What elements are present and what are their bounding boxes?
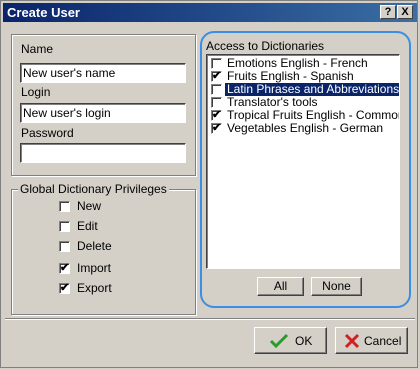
privilege-label: Edit (77, 219, 98, 233)
checkbox[interactable]: ✔ (211, 122, 222, 134)
privileges-title: Global Dictionary Privileges (18, 182, 169, 196)
dictionaries-list[interactable]: Emotions English - French ✔ Fruits Engli… (206, 54, 400, 269)
checkbox[interactable]: ✔ (211, 109, 222, 121)
help-button[interactable]: ? (380, 5, 396, 19)
privilege-new[interactable]: New (59, 199, 101, 215)
login-label: Login (21, 85, 51, 99)
checkmark-icon: ✔ (60, 262, 70, 275)
checkmark-icon: ✔ (60, 282, 70, 295)
password-label: Password (21, 126, 74, 140)
login-input[interactable] (20, 103, 186, 123)
checkbox[interactable] (211, 84, 222, 95)
checkbox[interactable] (211, 58, 222, 69)
checkmark-icon: ✔ (212, 70, 222, 82)
checkmark-icon: ✔ (212, 109, 222, 121)
name-input[interactable] (20, 63, 186, 83)
cancel-label: Cancel (364, 334, 402, 348)
checkbox[interactable] (59, 241, 70, 253)
privilege-label: Delete (77, 239, 112, 253)
checkbox[interactable] (59, 221, 70, 233)
checkmark-icon: ✔ (212, 122, 222, 134)
checkbox[interactable]: ✔ (59, 282, 70, 295)
help-icon: ? (384, 6, 392, 18)
create-user-dialog: Create User ? X Name Login Password Glob… (0, 0, 418, 368)
privilege-label: Import (77, 261, 112, 275)
ok-button[interactable]: OK (254, 327, 327, 354)
close-button[interactable]: X (397, 5, 413, 19)
checkmark-icon (269, 333, 289, 349)
privilege-label: New (77, 199, 102, 213)
checkbox[interactable] (211, 97, 222, 108)
privilege-label: Export (77, 281, 112, 295)
select-none-button[interactable]: None (311, 277, 362, 296)
ok-label: OK (295, 334, 313, 348)
privilege-export[interactable]: ✔ Export (59, 281, 112, 297)
cancel-icon (344, 333, 360, 349)
cancel-button[interactable]: Cancel (335, 327, 408, 354)
select-all-button[interactable]: All (257, 277, 304, 296)
list-item-label: Vegetables English - German (227, 121, 384, 135)
password-input[interactable] (20, 143, 186, 163)
privilege-edit[interactable]: Edit (59, 219, 98, 235)
name-label: Name (21, 42, 54, 56)
checkbox[interactable]: ✔ (59, 262, 70, 275)
dictionaries-title: Access to Dictionaries (206, 39, 325, 53)
window-title: Create User (7, 5, 80, 20)
title-bar: Create User ? X (3, 3, 417, 22)
footer-divider (5, 318, 415, 320)
list-item[interactable]: ✔ Vegetables English - German (209, 121, 399, 135)
privilege-import[interactable]: ✔ Import (59, 261, 111, 277)
privilege-delete[interactable]: Delete (59, 239, 112, 255)
close-icon: X (401, 6, 409, 18)
checkbox[interactable] (59, 201, 70, 213)
checkbox[interactable]: ✔ (211, 70, 222, 82)
